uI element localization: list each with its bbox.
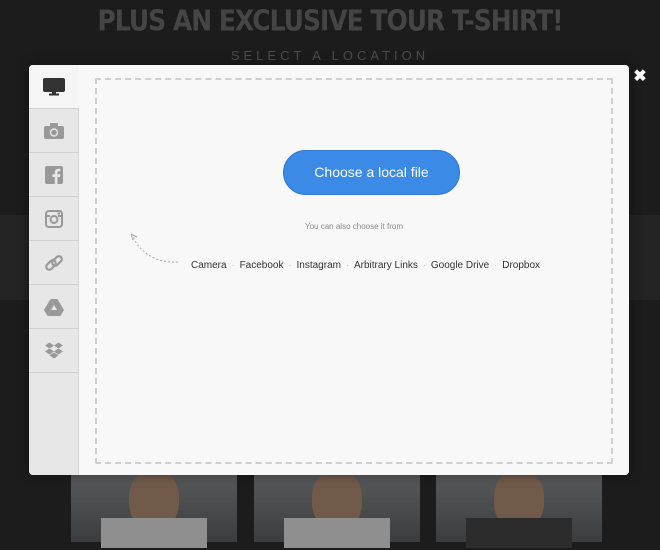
link-icon	[44, 254, 63, 271]
source-sidebar	[29, 65, 79, 475]
source-link-google-drive[interactable]: Google Drive	[431, 260, 489, 271]
drop-zone[interactable]: Choose a local file You can also choose …	[95, 78, 613, 464]
sidebar-item-computer[interactable]	[29, 65, 79, 109]
source-link-facebook[interactable]: Facebook	[240, 260, 284, 271]
monitor-icon	[43, 77, 65, 95]
sidebar-item-link[interactable]	[29, 241, 78, 285]
instagram-icon	[44, 209, 63, 228]
choose-local-file-button[interactable]: Choose a local file	[283, 150, 460, 195]
sidebar-item-instagram[interactable]	[29, 197, 78, 241]
sidebar-item-camera[interactable]	[29, 109, 78, 153]
close-icon[interactable]: ✖	[632, 68, 648, 86]
source-link-instagram[interactable]: Instagram	[297, 260, 341, 271]
upload-panel: Choose a local file You can also choose …	[79, 65, 629, 475]
sidebar-item-google-drive[interactable]	[29, 285, 78, 329]
source-link-camera[interactable]: Camera	[191, 260, 227, 271]
dropbox-icon	[44, 342, 63, 358]
source-links: Camera · Facebook · Instagram · Arbitrary Link…	[191, 260, 541, 271]
file-picker-modal: Choose a local file You can also choose …	[29, 65, 629, 475]
curved-arrow-icon	[130, 233, 179, 263]
google-drive-icon	[43, 298, 64, 316]
sidebar-item-facebook[interactable]	[29, 153, 78, 197]
source-link-arbitrary-links[interactable]: Arbitrary Links	[354, 260, 418, 271]
facebook-icon	[44, 165, 63, 184]
camera-icon	[43, 122, 64, 139]
sidebar-item-dropbox[interactable]	[29, 329, 78, 373]
also-choose-label: You can also choose it from	[305, 222, 403, 231]
source-link-dropbox[interactable]: Dropbox	[502, 260, 540, 271]
